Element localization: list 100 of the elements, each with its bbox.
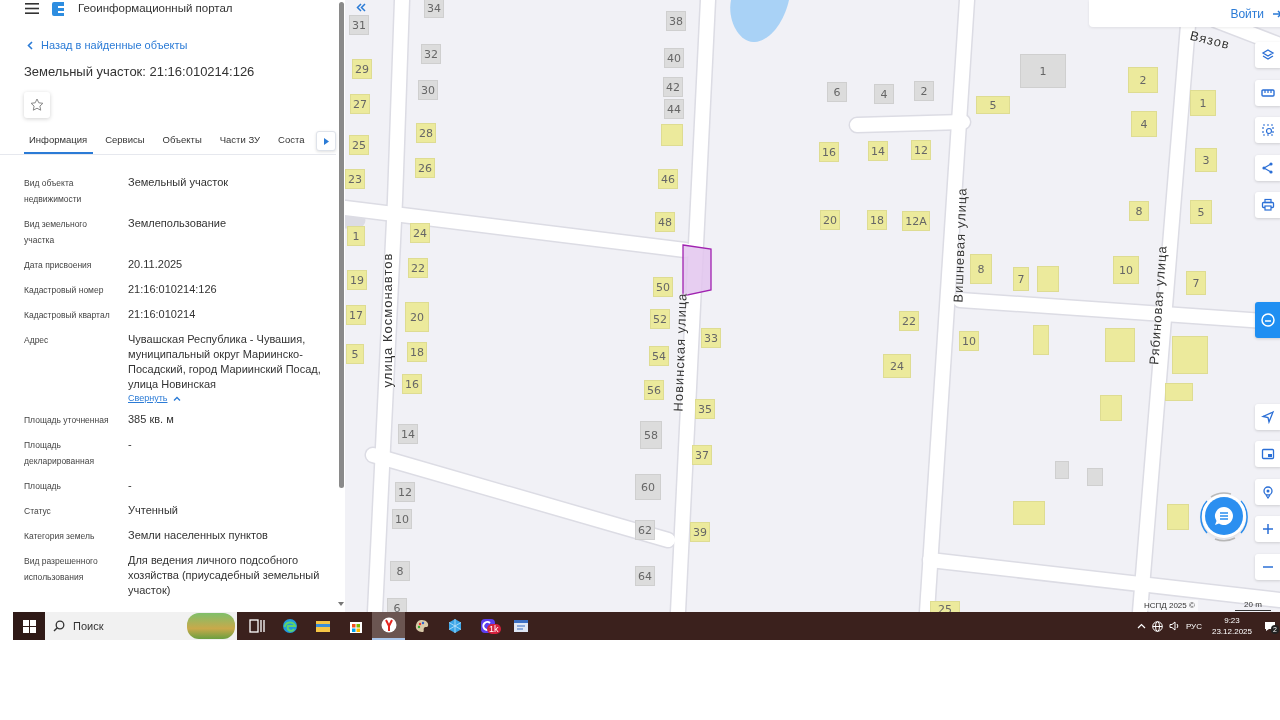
chat-icon <box>1213 505 1235 527</box>
building: 7 <box>1013 267 1029 291</box>
property-value: - <box>128 437 133 452</box>
area-select-button[interactable] <box>1255 117 1280 143</box>
ruler-button[interactable] <box>1255 80 1280 106</box>
building: 39 <box>690 522 710 542</box>
tab[interactable]: Сервисы <box>99 134 151 154</box>
building <box>1167 504 1189 530</box>
layers-button[interactable] <box>1255 42 1280 68</box>
building: 31 <box>349 15 369 35</box>
building: 40 <box>664 48 684 68</box>
portal-logo-icon <box>51 0 66 16</box>
menu-icon[interactable] <box>25 2 39 14</box>
building: 46 <box>658 169 678 189</box>
building: 64 <box>635 566 655 586</box>
building: 5 <box>346 344 364 364</box>
start-button[interactable] <box>13 612 45 640</box>
scale-bar: 20 m <box>1235 600 1271 611</box>
area-select-icon <box>1261 123 1275 137</box>
building: 60 <box>635 474 661 500</box>
building: 16 <box>819 142 839 162</box>
map-attribution: НСПД 2025 © <box>1141 600 1198 611</box>
widget-icon <box>1261 313 1275 327</box>
back-link[interactable]: Назад в найденные объекты <box>41 39 188 51</box>
property-label: Вид разрешенного использования <box>24 555 99 584</box>
building: 6 <box>827 82 847 102</box>
search-placeholder: Поиск <box>73 620 104 632</box>
building: 18 <box>407 342 427 362</box>
favorite-button[interactable] <box>24 92 50 118</box>
property-label: Адрес <box>24 334 50 347</box>
task-view-icon <box>248 618 265 634</box>
street-name: Рябиновая улица <box>1146 244 1170 366</box>
building: 22 <box>899 311 919 331</box>
print-button[interactable] <box>1255 192 1280 218</box>
property-label: Кадастровый квартал <box>24 309 111 322</box>
folder-icon <box>314 618 331 634</box>
building: 1 <box>1190 90 1216 116</box>
building: 58 <box>640 421 662 449</box>
building: 23 <box>345 169 365 189</box>
collapse-link[interactable]: Свернуть <box>128 393 168 403</box>
building: 10 <box>1113 256 1139 284</box>
property-label: Площадь уточненная <box>24 414 110 427</box>
input-language[interactable]: РУС <box>1185 621 1202 631</box>
building: 6 <box>387 598 407 612</box>
chevron-left-icon <box>27 40 33 50</box>
taskbar-app-button[interactable] <box>372 612 405 640</box>
navigate-button[interactable] <box>1255 404 1280 430</box>
tab[interactable]: Соста <box>272 134 311 154</box>
building: 42 <box>663 77 683 97</box>
zoom-out-button[interactable] <box>1255 554 1280 580</box>
scrollbar-thumb[interactable] <box>339 2 344 488</box>
building: 16 <box>402 374 422 394</box>
tab[interactable]: Объекты <box>156 134 208 154</box>
taskbar-app-button[interactable]: 1k <box>471 612 504 640</box>
building: 20 <box>405 302 429 332</box>
picture-in-picture-icon <box>1261 447 1275 461</box>
tab[interactable]: Части ЗУ <box>213 134 267 154</box>
double-chevron-left-icon <box>356 2 366 12</box>
chevron-up-icon[interactable] <box>1136 623 1146 629</box>
pulse-rings-drawing <box>1197 489 1251 543</box>
building: 14 <box>398 424 418 444</box>
building: 5 <box>976 96 1010 114</box>
building: 28 <box>416 123 436 143</box>
zoom-in-button[interactable] <box>1255 516 1280 542</box>
street-name: Новинская улица <box>670 292 690 412</box>
building: 2 <box>914 81 934 101</box>
globe-icon[interactable] <box>1151 620 1163 632</box>
location-pin-icon <box>1261 485 1275 499</box>
building: 27 <box>350 94 370 114</box>
building: 8 <box>390 561 410 581</box>
speaker-icon[interactable] <box>1168 621 1180 631</box>
building: 12 <box>911 140 931 160</box>
building <box>1055 461 1069 479</box>
location-button[interactable] <box>1255 479 1280 505</box>
building: 35 <box>695 399 715 419</box>
property-value: Чувашская Республика - Чувашия, муниципальный округ Мариинско-Посадский, город Мариинский Посад, улица Новинская <box>128 332 322 392</box>
share-button[interactable] <box>1255 155 1280 181</box>
property-value: Землепользование <box>128 216 228 231</box>
collapse-panel-button[interactable] <box>353 0 369 14</box>
building: 26 <box>415 158 435 178</box>
scroll-down-icon[interactable] <box>338 602 344 606</box>
tab[interactable]: Информация <box>24 134 94 154</box>
building: 54 <box>649 346 669 366</box>
building: 62 <box>635 520 655 540</box>
minimap-button[interactable] <box>1255 441 1280 467</box>
widget-button[interactable] <box>1255 302 1280 338</box>
building: 12А <box>902 211 930 231</box>
building: 32 <box>421 44 441 64</box>
taskbar-search-field[interactable]: Поиск <box>45 612 237 640</box>
building: 8 <box>1129 201 1149 221</box>
login-button[interactable]: Войти <box>1230 6 1280 21</box>
building <box>1172 336 1208 374</box>
printer-icon <box>1261 198 1275 212</box>
building <box>1165 383 1193 401</box>
building: 17 <box>346 305 366 325</box>
chat-button[interactable] <box>1205 497 1243 535</box>
clock-time: 9:23 <box>1224 615 1240 626</box>
scroll-tabs-button[interactable] <box>316 131 336 151</box>
building: 2 <box>1128 67 1158 93</box>
property-value: Земельный участок <box>128 175 230 190</box>
